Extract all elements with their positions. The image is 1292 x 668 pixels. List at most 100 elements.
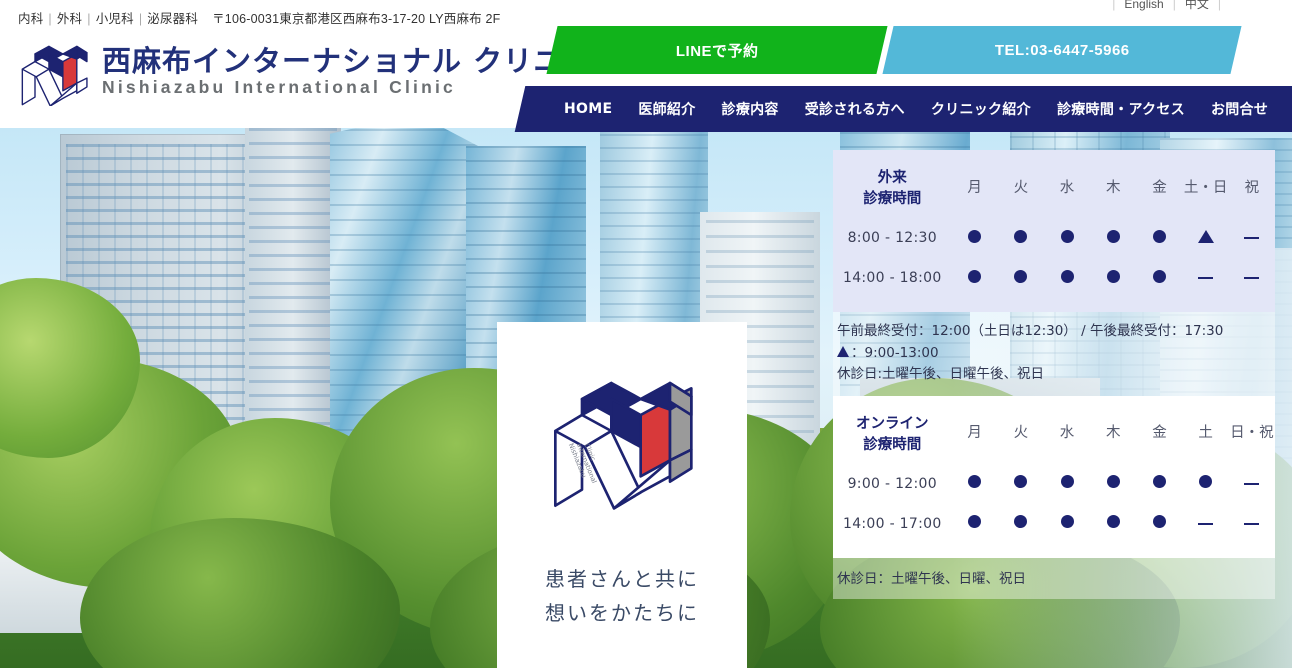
open-dot-icon bbox=[968, 229, 982, 243]
online-r0-sun-holiday bbox=[1229, 464, 1275, 504]
outpatient-title-line1: 外来 bbox=[877, 170, 907, 186]
outpatient-header-row: 外来 診療時間 月 火 水 木 金 土・日 祝 bbox=[833, 162, 1275, 218]
online-r1-sat bbox=[1183, 504, 1229, 544]
online-day-mon: 月 bbox=[967, 425, 982, 442]
table-row: 14:00 - 17:00 bbox=[833, 504, 1275, 544]
nav-item-hours-access[interactable]: 診療時間・アクセス bbox=[1057, 99, 1185, 119]
open-dot-icon bbox=[1106, 515, 1120, 529]
online-table-title: オンライン 診療時間 bbox=[833, 408, 952, 464]
outpatient-table-head: 外来 診療時間 月 火 水 木 金 土・日 祝 bbox=[833, 162, 1275, 218]
outpatient-day-thu: 木 bbox=[1105, 179, 1121, 196]
online-schedule-note: 休診日：土曜午後、日曜、祝日 bbox=[837, 570, 1026, 587]
outpatient-r0-mon bbox=[952, 218, 998, 258]
lang-link-chinese[interactable]: 中文 bbox=[1185, 0, 1209, 11]
open-dot-icon bbox=[1060, 229, 1074, 243]
online-title-line1: オンライン bbox=[856, 415, 929, 432]
outpatient-r1-mon bbox=[952, 258, 998, 298]
department-hinyokika: 泌尿器科 bbox=[147, 12, 199, 26]
outpatient-note-reception: 午前最終受付：12:00（土日は12:30） / 午後最終受付：17:30 bbox=[837, 323, 1224, 340]
nav-item-contact[interactable]: お問合せ bbox=[1211, 99, 1268, 119]
hero-tagline-line2: 想いをかたちに bbox=[545, 601, 699, 626]
open-dot-icon bbox=[968, 475, 982, 489]
logo-title-jp: 西麻布インターナショナル クリニック bbox=[102, 43, 624, 78]
online-r1-fri bbox=[1136, 504, 1182, 544]
closed-dash-icon bbox=[1198, 277, 1214, 280]
online-r0-fri bbox=[1136, 464, 1182, 504]
lang-sep-right: | bbox=[1217, 0, 1221, 11]
open-dot-icon bbox=[1152, 229, 1166, 243]
online-schedule-table: オンライン 診療時間 月 火 水 木 金 土 日・祝 9:00 - 12:00 … bbox=[833, 408, 1275, 544]
outpatient-r0-satsun bbox=[1183, 218, 1229, 258]
department-naika: 内科 bbox=[18, 12, 44, 26]
open-dot-icon bbox=[1014, 269, 1028, 283]
lang-link-english[interactable]: English bbox=[1124, 0, 1163, 11]
outpatient-schedule-table: 外来 診療時間 月 火 水 木 金 土・日 祝 8:00 - 12:30 14:… bbox=[833, 162, 1275, 298]
online-day-fri: 金 bbox=[1152, 425, 1167, 442]
online-day-sat: 土 bbox=[1198, 425, 1213, 442]
nav-item-for-patients[interactable]: 受診される方へ bbox=[805, 99, 905, 119]
open-dot-icon bbox=[1152, 515, 1166, 529]
open-dot-icon bbox=[1014, 475, 1028, 489]
open-dot-icon bbox=[1014, 229, 1028, 243]
open-dot-icon bbox=[1106, 269, 1120, 283]
outpatient-table-title: 外来 診療時間 bbox=[833, 162, 952, 218]
table-row: 9:00 - 12:00 bbox=[833, 464, 1275, 504]
clinic-logo-icon bbox=[16, 40, 92, 107]
closed-dash-icon bbox=[1244, 482, 1260, 485]
online-day-wed: 水 bbox=[1059, 425, 1075, 442]
online-r0-wed bbox=[1044, 464, 1090, 504]
open-dot-icon bbox=[1060, 269, 1074, 283]
nav-item-doctors[interactable]: 医師紹介 bbox=[638, 99, 695, 119]
outpatient-row0-time: 8:00 - 12:30 bbox=[847, 230, 937, 247]
nav-item-about-clinic[interactable]: クリニック紹介 bbox=[931, 99, 1031, 119]
outpatient-day-holiday: 祝 bbox=[1244, 179, 1260, 196]
online-header-row: オンライン 診療時間 月 火 水 木 金 土 日・祝 bbox=[833, 408, 1275, 464]
outpatient-day-tue: 火 bbox=[1013, 179, 1029, 196]
outpatient-r1-holiday bbox=[1229, 258, 1275, 298]
telephone-label: TEL:03-6447-5966 bbox=[994, 41, 1130, 59]
open-dot-icon bbox=[1014, 515, 1028, 529]
outpatient-table-body: 8:00 - 12:30 14:00 - 18:00 bbox=[833, 218, 1275, 298]
online-day-thu: 木 bbox=[1105, 425, 1121, 442]
online-day-tue: 火 bbox=[1013, 425, 1029, 442]
open-dot-icon bbox=[1152, 269, 1166, 283]
outpatient-r1-wed bbox=[1044, 258, 1090, 298]
header-meta-line: 内科 | 外科 | 小児科 | 泌尿器科 〒106-0031東京都港区西麻布3-17-20 L… bbox=[18, 8, 501, 27]
cta-button-row: LINEで予約 TEL:03-6447-5966 bbox=[546, 26, 1242, 74]
hero-logo-card: Nishiazabu International Clinic 患者さんと共に … bbox=[497, 322, 747, 668]
online-schedule-panel: オンライン 診療時間 月 火 水 木 金 土 日・祝 9:00 - 12:00 … bbox=[833, 395, 1275, 558]
department-geka: 外科 bbox=[56, 12, 83, 26]
online-row1-time: 14:00 - 17:00 bbox=[842, 515, 942, 532]
closed-dash-icon bbox=[1244, 277, 1260, 280]
closed-dash-icon bbox=[1244, 237, 1260, 240]
open-dot-icon bbox=[1106, 475, 1120, 489]
online-day-sun-holiday: 日・祝 bbox=[1230, 425, 1274, 442]
online-table-head: オンライン 診療時間 月 火 水 木 金 土 日・祝 bbox=[833, 408, 1275, 464]
main-navigation: HOME 医師紹介 診療内容 受診される方へ クリニック紹介 診療時間・アクセス… bbox=[514, 86, 1292, 132]
dept-sep-3: | bbox=[138, 12, 143, 26]
nav-item-services[interactable]: 診療内容 bbox=[722, 99, 779, 119]
outpatient-row1-time: 14:00 - 18:00 bbox=[842, 270, 942, 287]
outpatient-day-mon: 月 bbox=[967, 179, 982, 196]
outpatient-note-triangle-text: ：9:00-13:00 bbox=[851, 344, 939, 361]
outpatient-schedule-notes: 午前最終受付：12:00（土日は12:30） / 午後最終受付：17:30 ：9… bbox=[833, 312, 1275, 396]
lang-sep-mid: | bbox=[1172, 0, 1176, 11]
outpatient-day-wed: 水 bbox=[1059, 179, 1075, 196]
outpatient-note-closed: 休診日:土曜午後、日曜午後、祝日 bbox=[837, 366, 1045, 383]
online-r1-thu bbox=[1090, 504, 1136, 544]
online-r0-thu bbox=[1090, 464, 1136, 504]
line-reservation-button[interactable]: LINEで予約 bbox=[546, 26, 888, 74]
open-dot-icon bbox=[1199, 475, 1213, 489]
outpatient-r1-satsun bbox=[1183, 258, 1229, 298]
department-shonika: 小児科 bbox=[95, 12, 134, 26]
outpatient-title-line2: 診療時間 bbox=[863, 191, 922, 208]
outpatient-day-fri: 金 bbox=[1152, 179, 1167, 196]
outpatient-schedule-panel: 外来 診療時間 月 火 水 木 金 土・日 祝 8:00 - 12:30 14:… bbox=[833, 150, 1275, 313]
schedule-panels: 外来 診療時間 月 火 水 木 金 土・日 祝 8:00 - 12:30 14:… bbox=[833, 150, 1275, 599]
nav-item-home[interactable]: HOME bbox=[564, 101, 612, 117]
open-dot-icon bbox=[968, 515, 982, 529]
outpatient-r0-holiday bbox=[1229, 218, 1275, 258]
telephone-button[interactable]: TEL:03-6447-5966 bbox=[882, 26, 1242, 74]
open-dot-icon bbox=[1106, 229, 1120, 243]
table-row: 8:00 - 12:30 bbox=[833, 218, 1275, 258]
